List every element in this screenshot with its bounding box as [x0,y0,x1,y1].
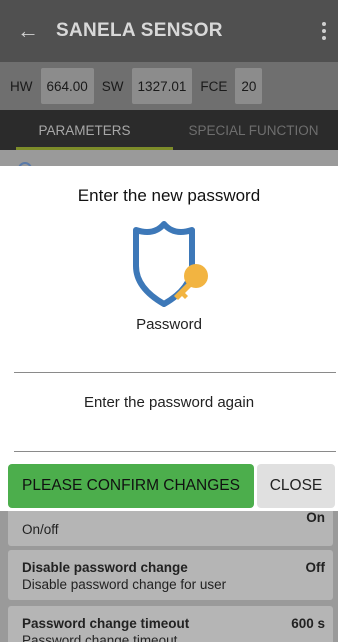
fce-label: FCE [200,78,228,94]
password-dialog: Enter the new password Password Enter th… [0,166,338,511]
password-again-underline [14,451,336,452]
sw-label: SW [101,78,124,94]
password-again-input[interactable] [14,420,336,450]
dialog-title: Enter the new password [77,186,261,205]
tab-special-function-label: SPECIAL FUNCTION [188,122,319,138]
row-value: 600 s [291,616,325,631]
shield-key-icon [133,221,208,307]
password-input[interactable] [14,342,336,372]
row-description: Disable password change for user [22,577,227,592]
row-description: Password change timeout [22,633,178,642]
back-arrow-icon[interactable]: ← [0,0,56,62]
app-title: SANELA SENSOR [56,20,223,41]
list-item[interactable]: Disable password change Disable password… [8,550,333,600]
device-info-bar: HW 664.00 SW 1327.01 FCE 20 [0,62,338,110]
row-description: On/off [22,522,59,537]
hw-label: HW [10,78,33,94]
tab-parameters-label: PARAMETERS [38,122,131,138]
password-again-label: Enter the password again [83,394,255,411]
password-label: Password [136,316,202,333]
row-value: Off [305,560,326,575]
tab-special-function[interactable]: SPECIAL FUNCTION [169,110,338,150]
confirm-changes-button[interactable]: PLEASE CONFIRM CHANGES [8,464,254,508]
tab-bar: PARAMETERS SPECIAL FUNCTION [0,110,338,150]
close-button[interactable]: CLOSE [257,464,335,508]
more-vert-icon[interactable] [318,18,330,44]
row-title: Disable password change [22,560,188,575]
row-value: On [306,510,325,525]
sw-value: 1327.01 [131,68,193,104]
password-underline [14,372,336,373]
tab-parameters[interactable]: PARAMETERS [0,110,173,150]
list-item[interactable]: Password change timeout Password change … [8,606,333,642]
app-bar: ← SANELA SENSOR [0,0,338,62]
hw-value: 664.00 [40,68,94,104]
row-title: Password change timeout [22,616,190,631]
fce-value: 20 [235,68,263,104]
